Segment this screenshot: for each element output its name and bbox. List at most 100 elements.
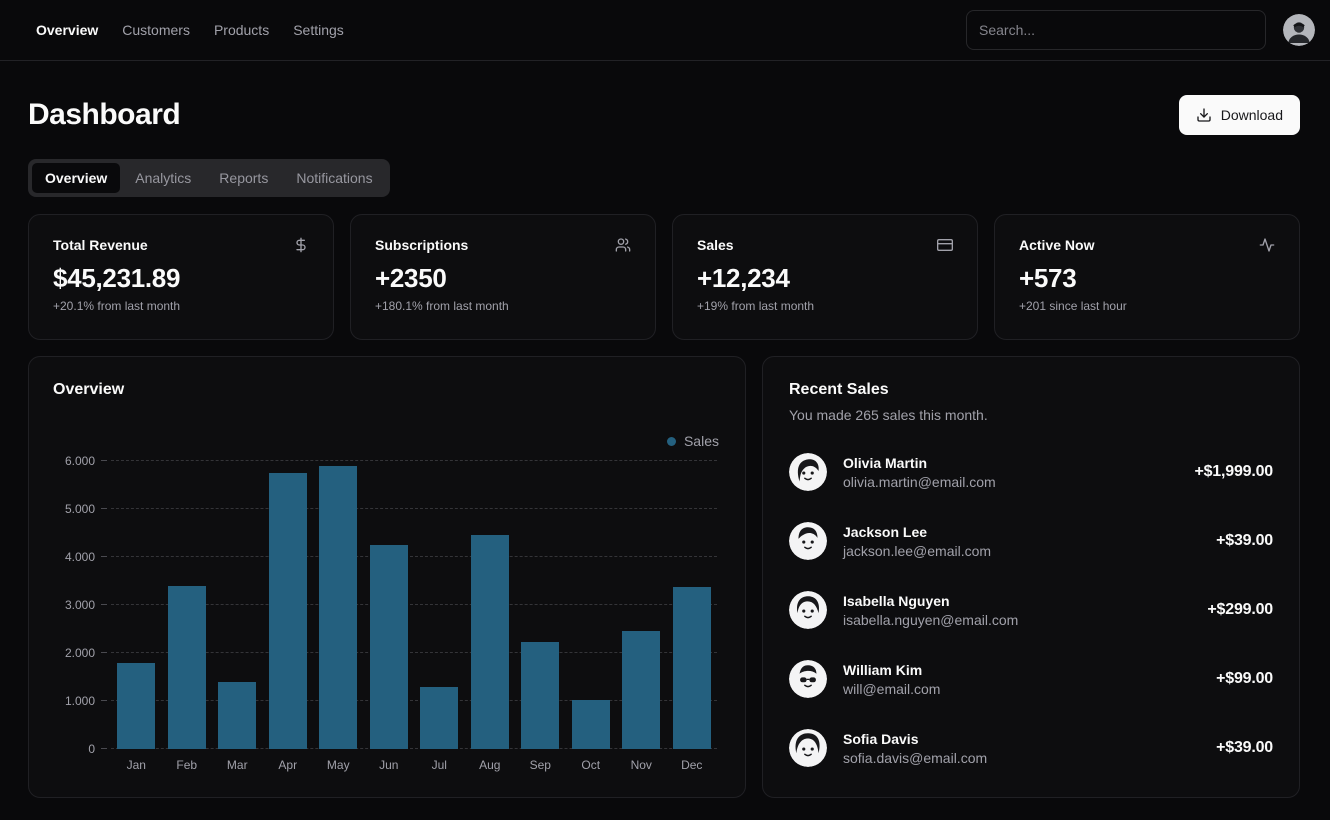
bar-slot-sep — [515, 461, 566, 749]
stat-value: +12,234 — [697, 263, 953, 294]
activity-icon — [1259, 237, 1275, 253]
y-axis-tick-label: 4.000 — [65, 550, 95, 564]
tab-overview[interactable]: Overview — [32, 163, 120, 193]
page-header: Dashboard Download — [28, 95, 1300, 135]
stat-value: +573 — [1019, 263, 1275, 294]
x-axis-labels: JanFebMarAprMayJunJulAugSepOctNovDec — [111, 758, 717, 772]
stat-title: Active Now — [1019, 237, 1094, 253]
stat-title: Total Revenue — [53, 237, 148, 253]
content-row: Overview Sales 01.0002.0003.0004.0005.00… — [28, 356, 1300, 798]
stat-change: +20.1% from last month — [53, 299, 309, 313]
x-axis-label-jul: Jul — [414, 758, 465, 772]
isabella-avatar — [789, 591, 827, 629]
sale-item-isabella-nguyen: Isabella Nguyen isabella.nguyen@email.com… — [789, 591, 1273, 629]
overview-chart-card: Overview Sales 01.0002.0003.0004.0005.00… — [28, 356, 746, 798]
bar-oct[interactable] — [572, 700, 610, 749]
bar-jan[interactable] — [117, 663, 155, 749]
sale-customer-name: William Kim — [843, 662, 940, 678]
bar-slot-jul — [414, 461, 465, 749]
bar-slot-jan — [111, 461, 162, 749]
top-nav: Overview Customers Products Settings — [0, 0, 1330, 61]
nav-item-settings[interactable]: Settings — [293, 22, 344, 38]
sale-customer-email: jackson.lee@email.com — [843, 543, 991, 559]
bar-slot-nov — [616, 461, 667, 749]
bar-jun[interactable] — [370, 545, 408, 749]
tab-analytics[interactable]: Analytics — [122, 163, 204, 193]
sale-customer-name: Sofia Davis — [843, 731, 987, 747]
stat-change: +19% from last month — [697, 299, 953, 313]
credit-card-icon — [937, 237, 953, 253]
sofia-avatar — [789, 729, 827, 767]
bars-container — [111, 461, 717, 749]
stat-card-subscriptions: Subscriptions +2350 +180.1% from last mont… — [350, 214, 656, 340]
nav-item-overview[interactable]: Overview — [36, 22, 98, 38]
bar-apr[interactable] — [269, 473, 307, 749]
bar-feb[interactable] — [168, 586, 206, 749]
y-axis-tick-label: 0 — [88, 742, 95, 756]
bar-jul[interactable] — [420, 687, 458, 749]
bar-slot-oct — [566, 461, 617, 749]
dollar-sign-icon — [293, 237, 309, 253]
chart-legend: Sales — [53, 433, 719, 449]
y-axis-tick-label: 6.000 — [65, 454, 95, 468]
bar-sep[interactable] — [521, 642, 559, 749]
legend-dot-icon — [667, 437, 676, 446]
jackson-avatar — [789, 522, 827, 560]
sale-amount: +$299.00 — [1207, 601, 1273, 619]
bar-slot-dec — [667, 461, 718, 749]
stat-value: +2350 — [375, 263, 631, 294]
bar-may[interactable] — [319, 466, 357, 749]
bar-slot-jun — [364, 461, 415, 749]
nav-item-customers[interactable]: Customers — [122, 22, 190, 38]
tab-notifications[interactable]: Notifications — [283, 163, 385, 193]
y-axis-tick-label: 2.000 — [65, 646, 95, 660]
x-axis-label-jun: Jun — [364, 758, 415, 772]
search-input[interactable] — [966, 10, 1266, 50]
sale-amount: +$39.00 — [1216, 532, 1273, 550]
sale-customer-email: will@email.com — [843, 681, 940, 697]
sale-amount: +$1,999.00 — [1194, 463, 1273, 481]
stat-value: $45,231.89 — [53, 263, 309, 294]
bar-aug[interactable] — [471, 535, 509, 749]
recent-sales-title: Recent Sales — [789, 381, 1273, 399]
william-avatar — [789, 660, 827, 698]
sale-customer-info: Jackson Lee jackson.lee@email.com — [843, 524, 991, 559]
sale-customer-email: olivia.martin@email.com — [843, 474, 996, 490]
bar-slot-feb — [162, 461, 213, 749]
bar-slot-may — [313, 461, 364, 749]
bar-mar[interactable] — [218, 682, 256, 749]
stats-row: Total Revenue $45,231.89 +20.1% from last … — [28, 214, 1300, 340]
sale-customer-name: Jackson Lee — [843, 524, 991, 540]
stat-card-active-now: Active Now+573+201 since last hour — [994, 214, 1300, 340]
sale-customer-name: Isabella Nguyen — [843, 593, 1018, 609]
x-axis-label-apr: Apr — [263, 758, 314, 772]
download-button-label: Download — [1221, 107, 1283, 123]
download-button[interactable]: Download — [1179, 95, 1300, 135]
bar-dec[interactable] — [673, 587, 711, 749]
stat-card-total-revenue: Total Revenue $45,231.89 +20.1% from last … — [28, 214, 334, 340]
tab-reports[interactable]: Reports — [206, 163, 281, 193]
nav-item-products[interactable]: Products — [214, 22, 269, 38]
sale-customer-email: isabella.nguyen@email.com — [843, 612, 1018, 628]
nav-items: Overview Customers Products Settings — [36, 22, 344, 38]
users-icon — [615, 237, 631, 253]
sale-item-sofia-davis: Sofia Davis sofia.davis@email.com +$39.00 — [789, 729, 1273, 767]
bar-slot-aug — [465, 461, 516, 749]
sale-amount: +$39.00 — [1216, 739, 1273, 757]
page-title: Dashboard — [28, 98, 180, 132]
stat-change: +180.1% from last month — [375, 299, 631, 313]
chart-title: Overview — [53, 381, 721, 399]
sale-item-william-kim: William Kim will@email.com +$99.00 — [789, 660, 1273, 698]
legend-label: Sales — [684, 433, 719, 449]
sale-item-jackson-lee: Jackson Lee jackson.lee@email.com +$39.00 — [789, 522, 1273, 560]
user-avatar[interactable] — [1283, 14, 1315, 46]
sale-amount: +$99.00 — [1216, 670, 1273, 688]
x-axis-label-nov: Nov — [616, 758, 667, 772]
bar-nov[interactable] — [622, 631, 660, 749]
bar-slot-apr — [263, 461, 314, 749]
sale-customer-email: sofia.davis@email.com — [843, 750, 987, 766]
stat-title: Sales — [697, 237, 734, 253]
stat-card-header: Sales — [697, 237, 953, 253]
bar-slot-mar — [212, 461, 263, 749]
stat-title: Subscriptions — [375, 237, 468, 253]
